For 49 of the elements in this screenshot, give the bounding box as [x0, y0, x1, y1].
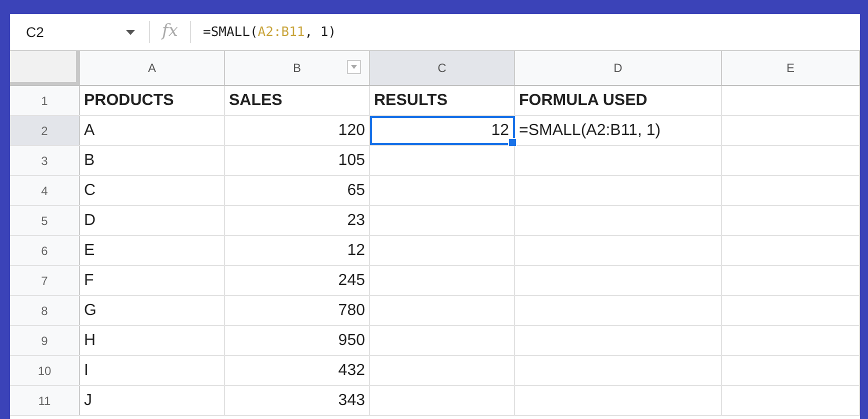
cell-text: =SMALL(A2:B11, 1) — [519, 122, 661, 140]
row-number[interactable]: 4 — [10, 176, 80, 205]
cell-text: PRODUCTS — [84, 92, 174, 110]
cell-text: C — [84, 182, 96, 200]
cell-text: E — [84, 242, 95, 260]
cell-text: 432 — [338, 362, 365, 380]
column-header[interactable]: A — [80, 51, 225, 85]
cell-text: B — [84, 152, 95, 170]
cell-text: A — [84, 122, 95, 140]
row-number[interactable]: 6 — [10, 236, 80, 265]
fill-handle[interactable] — [508, 138, 517, 147]
cell-text: 12 — [491, 122, 509, 140]
cell-reference: C2 — [26, 24, 44, 40]
cell-text: 343 — [338, 392, 365, 410]
row-number[interactable]: 1 — [10, 86, 80, 115]
cell-text: SALES — [229, 92, 282, 110]
row-number[interactable]: 5 — [10, 206, 80, 235]
selected-cell[interactable]: 12 — [370, 116, 515, 145]
filter-icon[interactable] — [347, 60, 361, 74]
cell-text: 950 — [338, 332, 365, 350]
row-number[interactable]: 8 — [10, 296, 80, 325]
cell-text: J — [84, 392, 92, 410]
cell-text: 120 — [338, 122, 365, 140]
row-number[interactable]: 2 — [10, 116, 80, 145]
caret-icon[interactable] — [126, 30, 135, 34]
formula-input[interactable]: =SMALL(A2:B11, 1) — [191, 24, 336, 40]
cell-text: I — [84, 362, 88, 380]
cell-text: H — [84, 332, 96, 350]
row-number[interactable]: 7 — [10, 266, 80, 295]
cell-text: FORMULA USED — [519, 92, 648, 110]
cell-text: D — [84, 212, 96, 230]
cell-text: 23 — [347, 212, 365, 230]
column-header[interactable]: D — [515, 51, 722, 85]
cell-text: F — [84, 272, 94, 290]
column-header[interactable]: C — [370, 51, 515, 85]
cell-text: G — [84, 302, 96, 320]
cell-text: 12 — [347, 242, 365, 260]
cell-text: 245 — [338, 272, 365, 290]
cell-text: 780 — [338, 302, 365, 320]
column-header[interactable]: E — [722, 51, 860, 85]
name-box[interactable]: C2 — [10, 21, 150, 43]
row-number[interactable]: 9 — [10, 326, 80, 355]
row-number[interactable]: 10 — [10, 356, 80, 385]
row-number[interactable]: 11 — [10, 386, 80, 415]
row-number[interactable]: 3 — [10, 146, 80, 175]
column-header[interactable]: B — [225, 51, 370, 85]
cell-text: RESULTS — [374, 92, 448, 110]
cell-text: 65 — [347, 182, 365, 200]
cell-text: 105 — [338, 152, 365, 170]
